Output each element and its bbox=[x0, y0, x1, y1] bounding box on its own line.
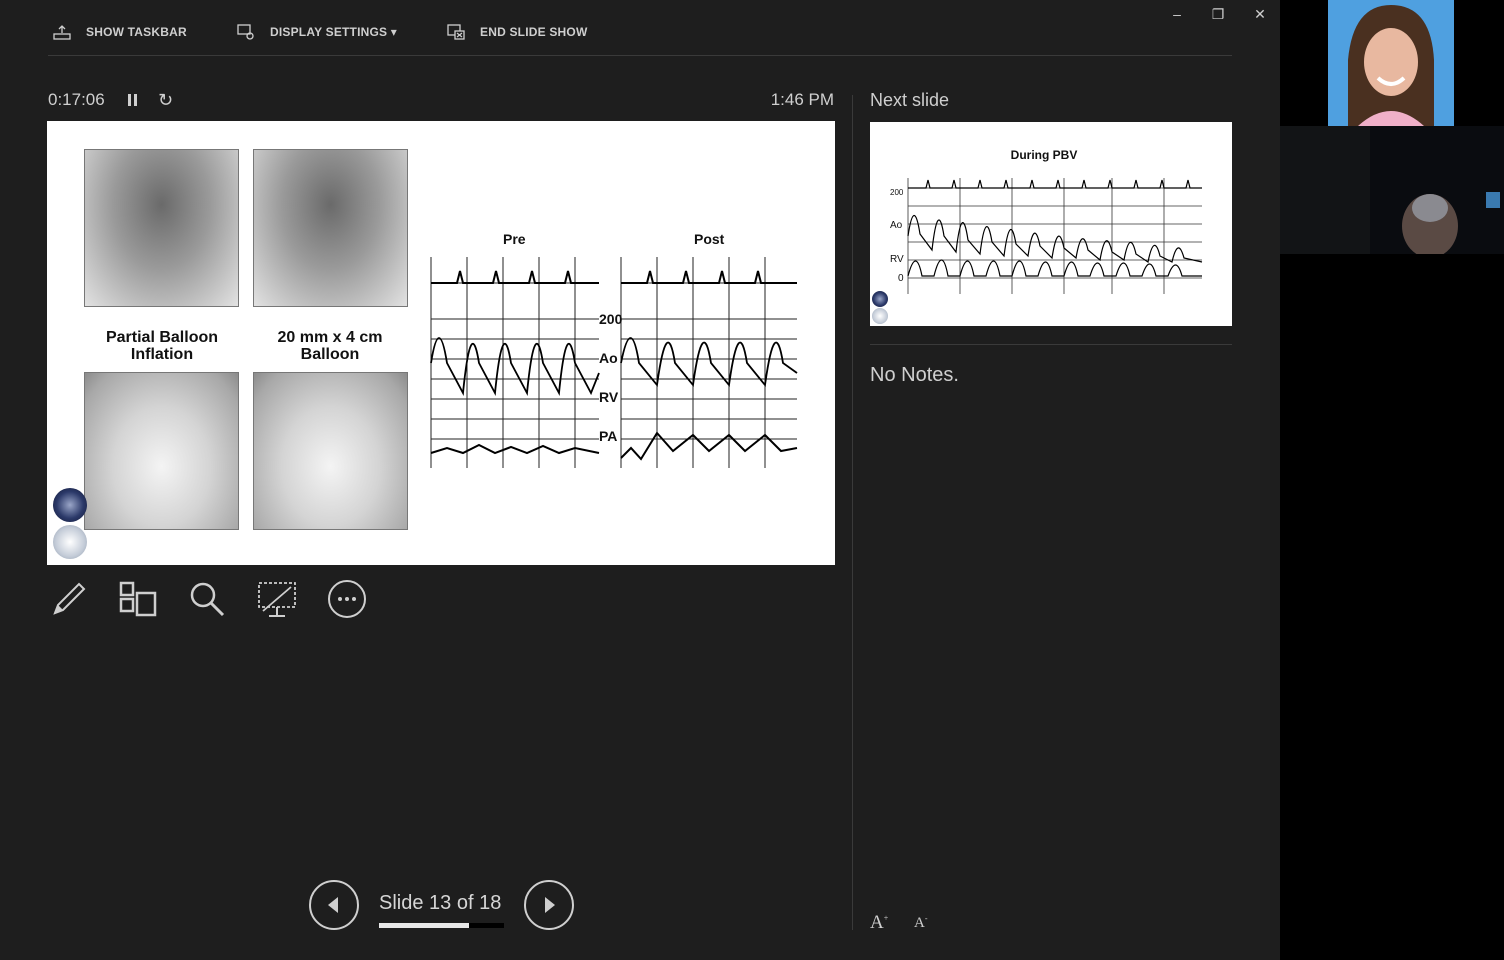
more-icon bbox=[328, 580, 366, 618]
minimize-icon: – bbox=[1173, 6, 1181, 22]
waveform-pre-title: Pre bbox=[503, 231, 526, 247]
university-seal-icon bbox=[872, 308, 888, 324]
restore-icon: ❐ bbox=[1211, 6, 1225, 22]
slides-grid-icon bbox=[119, 581, 157, 617]
university-seal-icon bbox=[53, 525, 87, 559]
waveform-scale-label: 200 bbox=[599, 311, 623, 327]
restart-timer-icon[interactable]: ↻ bbox=[158, 90, 173, 111]
presenter-view: SHOW TASKBAR DISPLAY SETTINGS ▾ END SLID… bbox=[0, 0, 1280, 960]
display-settings-label: DISPLAY SETTINGS ▾ bbox=[270, 25, 397, 39]
previous-slide-button[interactable] bbox=[309, 880, 359, 930]
see-all-slides-button[interactable] bbox=[116, 578, 158, 620]
display-settings-button[interactable]: DISPLAY SETTINGS ▾ bbox=[236, 22, 397, 42]
next-slide-rv-label: RV bbox=[890, 254, 904, 265]
zoom-button[interactable] bbox=[186, 578, 228, 620]
slide-progress-fill bbox=[379, 923, 470, 928]
next-slide-heading: Next slide bbox=[870, 90, 950, 110]
presenter-toolbar: SHOW TASKBAR DISPLAY SETTINGS ▾ END SLID… bbox=[48, 0, 1232, 56]
next-slide-ao-label: Ao bbox=[890, 220, 903, 231]
font-smaller-icon: A bbox=[914, 915, 925, 931]
va-seal-icon bbox=[872, 291, 888, 307]
current-slide[interactable]: Partial Balloon Inflation 20 mm x 4 cm B… bbox=[47, 121, 835, 565]
va-seal-icon bbox=[53, 488, 87, 522]
display-settings-icon bbox=[237, 24, 254, 40]
increase-font-button[interactable]: A+ bbox=[870, 912, 888, 934]
next-slide-button[interactable] bbox=[524, 880, 574, 930]
waveform-pa-label: PA bbox=[599, 428, 618, 444]
pane-divider[interactable] bbox=[852, 95, 853, 930]
angiogram-image bbox=[253, 372, 408, 530]
next-slide-zero-label: 0 bbox=[898, 273, 904, 284]
speaker-notes[interactable]: No Notes. bbox=[870, 364, 959, 387]
participant-avatar bbox=[1328, 0, 1454, 126]
pen-icon bbox=[53, 582, 86, 615]
triangle-right-icon bbox=[545, 897, 555, 913]
more-options-button[interactable] bbox=[326, 578, 368, 620]
participant-video-tile[interactable] bbox=[1328, 0, 1454, 126]
waveform-post-title: Post bbox=[694, 231, 725, 247]
magnifier-icon bbox=[190, 582, 225, 617]
taskbar-icon bbox=[53, 25, 71, 40]
decrease-font-button[interactable]: A- bbox=[914, 914, 928, 932]
waveform-ao-label: Ao bbox=[599, 350, 618, 366]
show-taskbar-button[interactable]: SHOW TASKBAR bbox=[52, 22, 187, 42]
next-slide-scale-label: 200 bbox=[890, 188, 904, 197]
triangle-left-icon bbox=[328, 897, 338, 913]
angiogram-image bbox=[84, 149, 239, 307]
font-larger-icon: A bbox=[870, 912, 884, 933]
close-button[interactable]: ✕ bbox=[1250, 4, 1270, 24]
next-slide-title: During PBV bbox=[1010, 148, 1078, 162]
pause-icon[interactable] bbox=[126, 92, 140, 108]
pen-tool-button[interactable] bbox=[48, 578, 90, 620]
next-slide-preview[interactable]: During PBV 200 Ao RV 0 bbox=[870, 122, 1232, 326]
participant-video-tile[interactable] bbox=[1280, 126, 1504, 254]
next-slide-waveform bbox=[907, 178, 1203, 294]
caption-balloon-size: 20 mm x 4 cm Balloon bbox=[277, 329, 383, 363]
slide-progress-bar bbox=[379, 923, 504, 928]
elapsed-timer: 0:17:06 bbox=[48, 90, 105, 109]
end-show-icon bbox=[447, 24, 465, 40]
angiogram-image bbox=[253, 149, 408, 307]
waveform-rv-label: RV bbox=[599, 389, 619, 405]
angiogram-image bbox=[84, 372, 239, 530]
caption-partial-balloon: Partial Balloon Inflation bbox=[105, 329, 219, 363]
slide-counter[interactable]: Slide 13 of 18 bbox=[379, 892, 501, 915]
participant-avatar bbox=[1280, 126, 1504, 254]
clock: 1:46 PM bbox=[770, 90, 834, 109]
end-slide-show-label: END SLIDE SHOW bbox=[480, 25, 588, 39]
notes-divider bbox=[870, 344, 1232, 345]
end-slide-show-button[interactable]: END SLIDE SHOW bbox=[446, 22, 587, 42]
close-icon: ✕ bbox=[1254, 6, 1266, 22]
black-screen-button[interactable] bbox=[256, 578, 298, 620]
screen-off-icon bbox=[258, 582, 296, 617]
show-taskbar-label: SHOW TASKBAR bbox=[86, 25, 187, 39]
restore-button[interactable]: ❐ bbox=[1208, 4, 1228, 24]
minimize-button[interactable]: – bbox=[1167, 4, 1187, 24]
